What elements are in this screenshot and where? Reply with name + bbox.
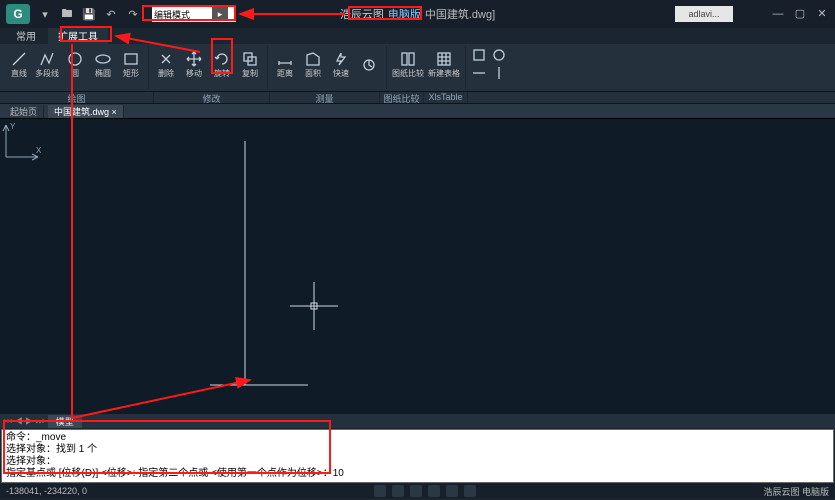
area-label: 面积 (305, 68, 321, 79)
group-draw: 直线 多段线 圆 椭圆 矩形 (6, 46, 149, 89)
area-button[interactable]: 面积 (300, 46, 326, 84)
newtable-label: 新建表格 (428, 68, 460, 79)
ellipse-label: 椭圆 (95, 68, 111, 79)
ribbon-tabs: 常用 扩展工具 (0, 28, 835, 44)
lbl-modify: 修改 (154, 92, 270, 103)
line-button[interactable]: 直线 (6, 46, 32, 84)
doctab-file[interactable]: 中国建筑.dwg × (48, 105, 124, 118)
grid-toggle[interactable] (392, 485, 404, 497)
minimize-icon[interactable]: — (771, 7, 785, 21)
lbl-xlstable: XlsTable (424, 92, 468, 103)
drawing-canvas[interactable]: Y X (0, 118, 835, 414)
move-button[interactable]: 移动 (181, 46, 207, 84)
misc-btn-1[interactable] (470, 46, 488, 64)
misc-btn-3[interactable] (470, 64, 488, 82)
compare-button[interactable]: 图纸比较 (391, 46, 425, 84)
command-window[interactable]: 命令：_move 选择对象：找到 1 个 选择对象： 指定基点或 [位移(D)]… (1, 429, 834, 483)
restore-icon[interactable]: ▢ (793, 7, 807, 21)
move-label: 移动 (186, 68, 202, 79)
status-right: 浩辰云图 电脑版 (763, 485, 829, 498)
brand-text: 浩辰云图 (340, 6, 384, 22)
circle-button[interactable]: 圆 (62, 46, 88, 84)
redo-icon[interactable]: ↷ (126, 7, 140, 21)
close-icon[interactable]: ✕ (815, 7, 829, 21)
newtable-button[interactable]: 新建表格 (427, 46, 461, 84)
group-modify: 删除 移动 旋转 复制 (153, 46, 268, 89)
copy-button[interactable]: 复制 (237, 46, 263, 84)
tab-extended-tools[interactable]: 扩展工具 (48, 27, 108, 44)
window-title: 浩辰云图 电脑版 中国建筑.dwg] (340, 6, 495, 22)
document-tabs: 起始页 中国建筑.dwg × (0, 104, 835, 118)
doctab-file-label: 中国建筑.dwg (54, 107, 109, 117)
svg-text:Y: Y (10, 122, 16, 131)
window-controls: adlavi... — ▢ ✕ (675, 6, 829, 22)
layout-nav[interactable]: ⏮ ◀ ▶ ⏭ (4, 416, 44, 427)
doctab-start[interactable]: 起始页 (4, 105, 44, 118)
cmd-line-1: 命令：_move (6, 432, 829, 444)
erase-button[interactable]: 删除 (153, 46, 179, 84)
ellipse-button[interactable]: 椭圆 (90, 46, 116, 84)
line-label: 直线 (11, 68, 27, 79)
cmd-line-3: 选择对象： (6, 456, 829, 468)
ortho-toggle[interactable] (410, 485, 422, 497)
save-icon[interactable]: 💾 (82, 7, 96, 21)
user-badge[interactable]: adlavi... (675, 6, 733, 22)
quick-label: 快速 (333, 68, 349, 79)
otrack-toggle[interactable] (464, 485, 476, 497)
search-go-icon[interactable]: ▸ (212, 7, 228, 21)
group-tables: 图纸比较 新建表格 (391, 46, 466, 89)
cmd-line-2: 选择对象：找到 1 个 (6, 444, 829, 456)
ucs-icon: Y X (0, 119, 44, 163)
ribbon: 直线 多段线 圆 椭圆 矩形 删除 移动 旋转 复制 距离 面积 快速 图纸比较… (0, 44, 835, 92)
edition-text: 电脑版 (388, 6, 421, 22)
status-center (374, 485, 476, 497)
erase-label: 删除 (158, 68, 174, 79)
model-tab[interactable]: 模型 (48, 415, 82, 428)
compare-label: 图纸比较 (392, 68, 424, 79)
copy-label: 复制 (242, 68, 258, 79)
undo-icon[interactable]: ↶ (104, 7, 118, 21)
rect-button[interactable]: 矩形 (118, 46, 144, 84)
status-bar: -138041, -234220, 0 浩辰云图 电脑版 (0, 484, 835, 498)
quick-access-toolbar: ▾ 🖿 💾 ↶ ↷ (38, 7, 140, 21)
coord-readout: -138041, -234220, 0 (6, 486, 87, 496)
quick-button[interactable]: 快速 (328, 46, 354, 84)
ribbon-group-labels: 绘图 修改 测量 图纸比较 XlsTable (0, 92, 835, 104)
tab-common[interactable]: 常用 (6, 27, 46, 44)
cmd-line-4: 指定基点或 [位移(D)] <位移>: 指定第二个点或 <使用第一个点作为位移>… (6, 468, 829, 480)
measure-misc1[interactable] (356, 46, 382, 84)
distance-label: 距离 (277, 68, 293, 79)
misc-btn-4[interactable] (490, 64, 508, 82)
doc-name: 中国建筑.dwg] (425, 6, 495, 22)
snap-toggle[interactable] (374, 485, 386, 497)
doctab-close-icon[interactable]: × (112, 107, 117, 117)
polyline-button[interactable]: 多段线 (34, 46, 60, 84)
osnap-toggle[interactable] (446, 485, 458, 497)
qat-menu-icon[interactable]: ▾ (38, 7, 52, 21)
mode-search-input[interactable] (152, 8, 212, 20)
app-logo: G (6, 4, 30, 24)
lbl-measure: 测量 (270, 92, 380, 103)
open-icon[interactable]: 🖿 (60, 7, 74, 21)
polar-toggle[interactable] (428, 485, 440, 497)
distance-button[interactable]: 距离 (272, 46, 298, 84)
polyline-label: 多段线 (35, 68, 59, 79)
misc-btn-2[interactable] (490, 46, 508, 64)
layout-tabs: ⏮ ◀ ▶ ⏭ 模型 (0, 414, 835, 428)
group-misc (470, 46, 512, 89)
rotate-label: 旋转 (214, 68, 230, 79)
mode-search[interactable]: ▸ (152, 6, 236, 22)
title-bar: G ▾ 🖿 💾 ↶ ↷ ▸ 浩辰云图 电脑版 中国建筑.dwg] adlavi.… (0, 0, 835, 28)
lbl-draw: 绘图 (0, 92, 154, 103)
svg-text:X: X (36, 146, 42, 155)
circle-label: 圆 (71, 68, 79, 79)
group-measure: 距离 面积 快速 (272, 46, 387, 89)
lbl-compare: 图纸比较 (380, 92, 424, 103)
rect-label: 矩形 (123, 68, 139, 79)
rotate-button[interactable]: 旋转 (209, 46, 235, 84)
